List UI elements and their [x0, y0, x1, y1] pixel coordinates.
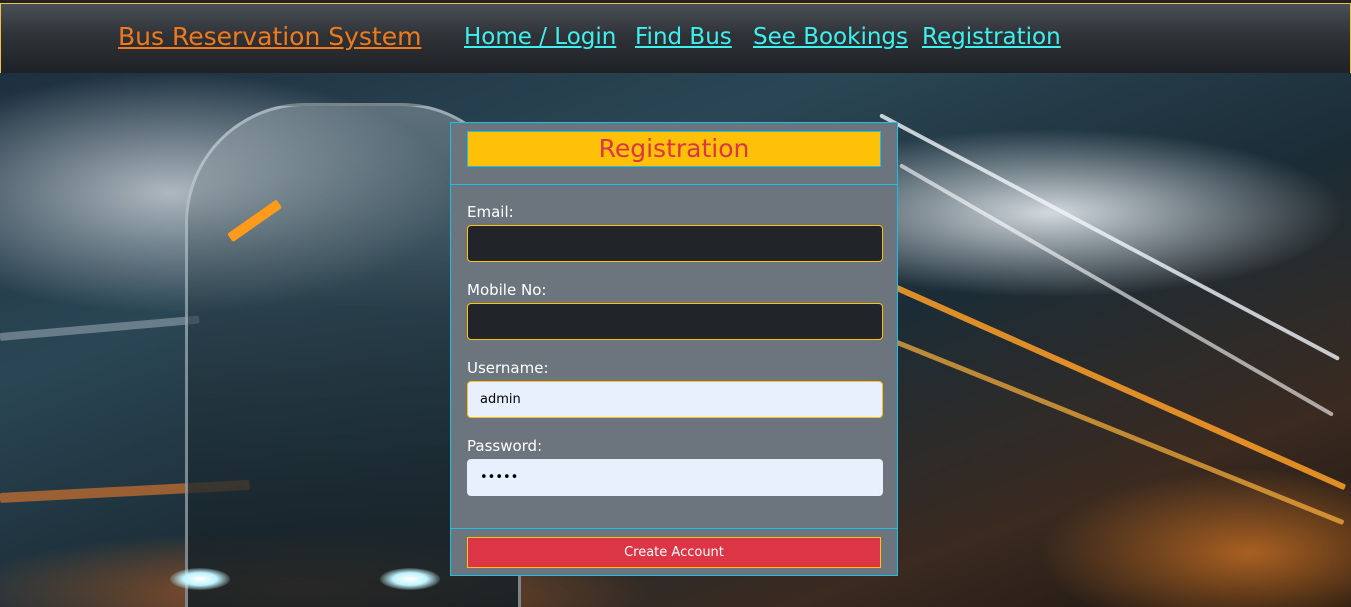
mobile-field[interactable]	[467, 303, 883, 340]
nav-link-find-bus[interactable]: Find Bus	[635, 24, 732, 50]
create-account-button[interactable]: Create Account	[467, 537, 881, 568]
mobile-label: Mobile No:	[467, 281, 547, 299]
password-label: Password:	[467, 437, 543, 455]
email-field[interactable]	[467, 225, 883, 262]
card-header: Registration	[451, 123, 897, 185]
username-field[interactable]	[467, 381, 883, 418]
password-field[interactable]	[467, 459, 883, 496]
card-footer: Create Account	[451, 528, 897, 575]
headlight	[380, 568, 440, 590]
light-streak	[879, 333, 1345, 526]
username-label: Username:	[467, 359, 549, 377]
light-streak	[899, 163, 1335, 417]
nav-link-registration[interactable]: Registration	[922, 24, 1061, 50]
navbar: Bus Reservation System Home / Login Find…	[0, 3, 1351, 74]
form-title: Registration	[467, 131, 881, 167]
email-label: Email:	[467, 203, 514, 221]
nav-link-home-login[interactable]: Home / Login	[464, 24, 616, 50]
light-streak	[879, 113, 1341, 361]
registration-card: Registration Email: Mobile No: Username:…	[450, 122, 898, 576]
light-streak	[0, 315, 200, 341]
headlight	[170, 568, 230, 590]
nav-link-see-bookings[interactable]: See Bookings	[753, 24, 908, 50]
brand-link[interactable]: Bus Reservation System	[118, 22, 421, 51]
